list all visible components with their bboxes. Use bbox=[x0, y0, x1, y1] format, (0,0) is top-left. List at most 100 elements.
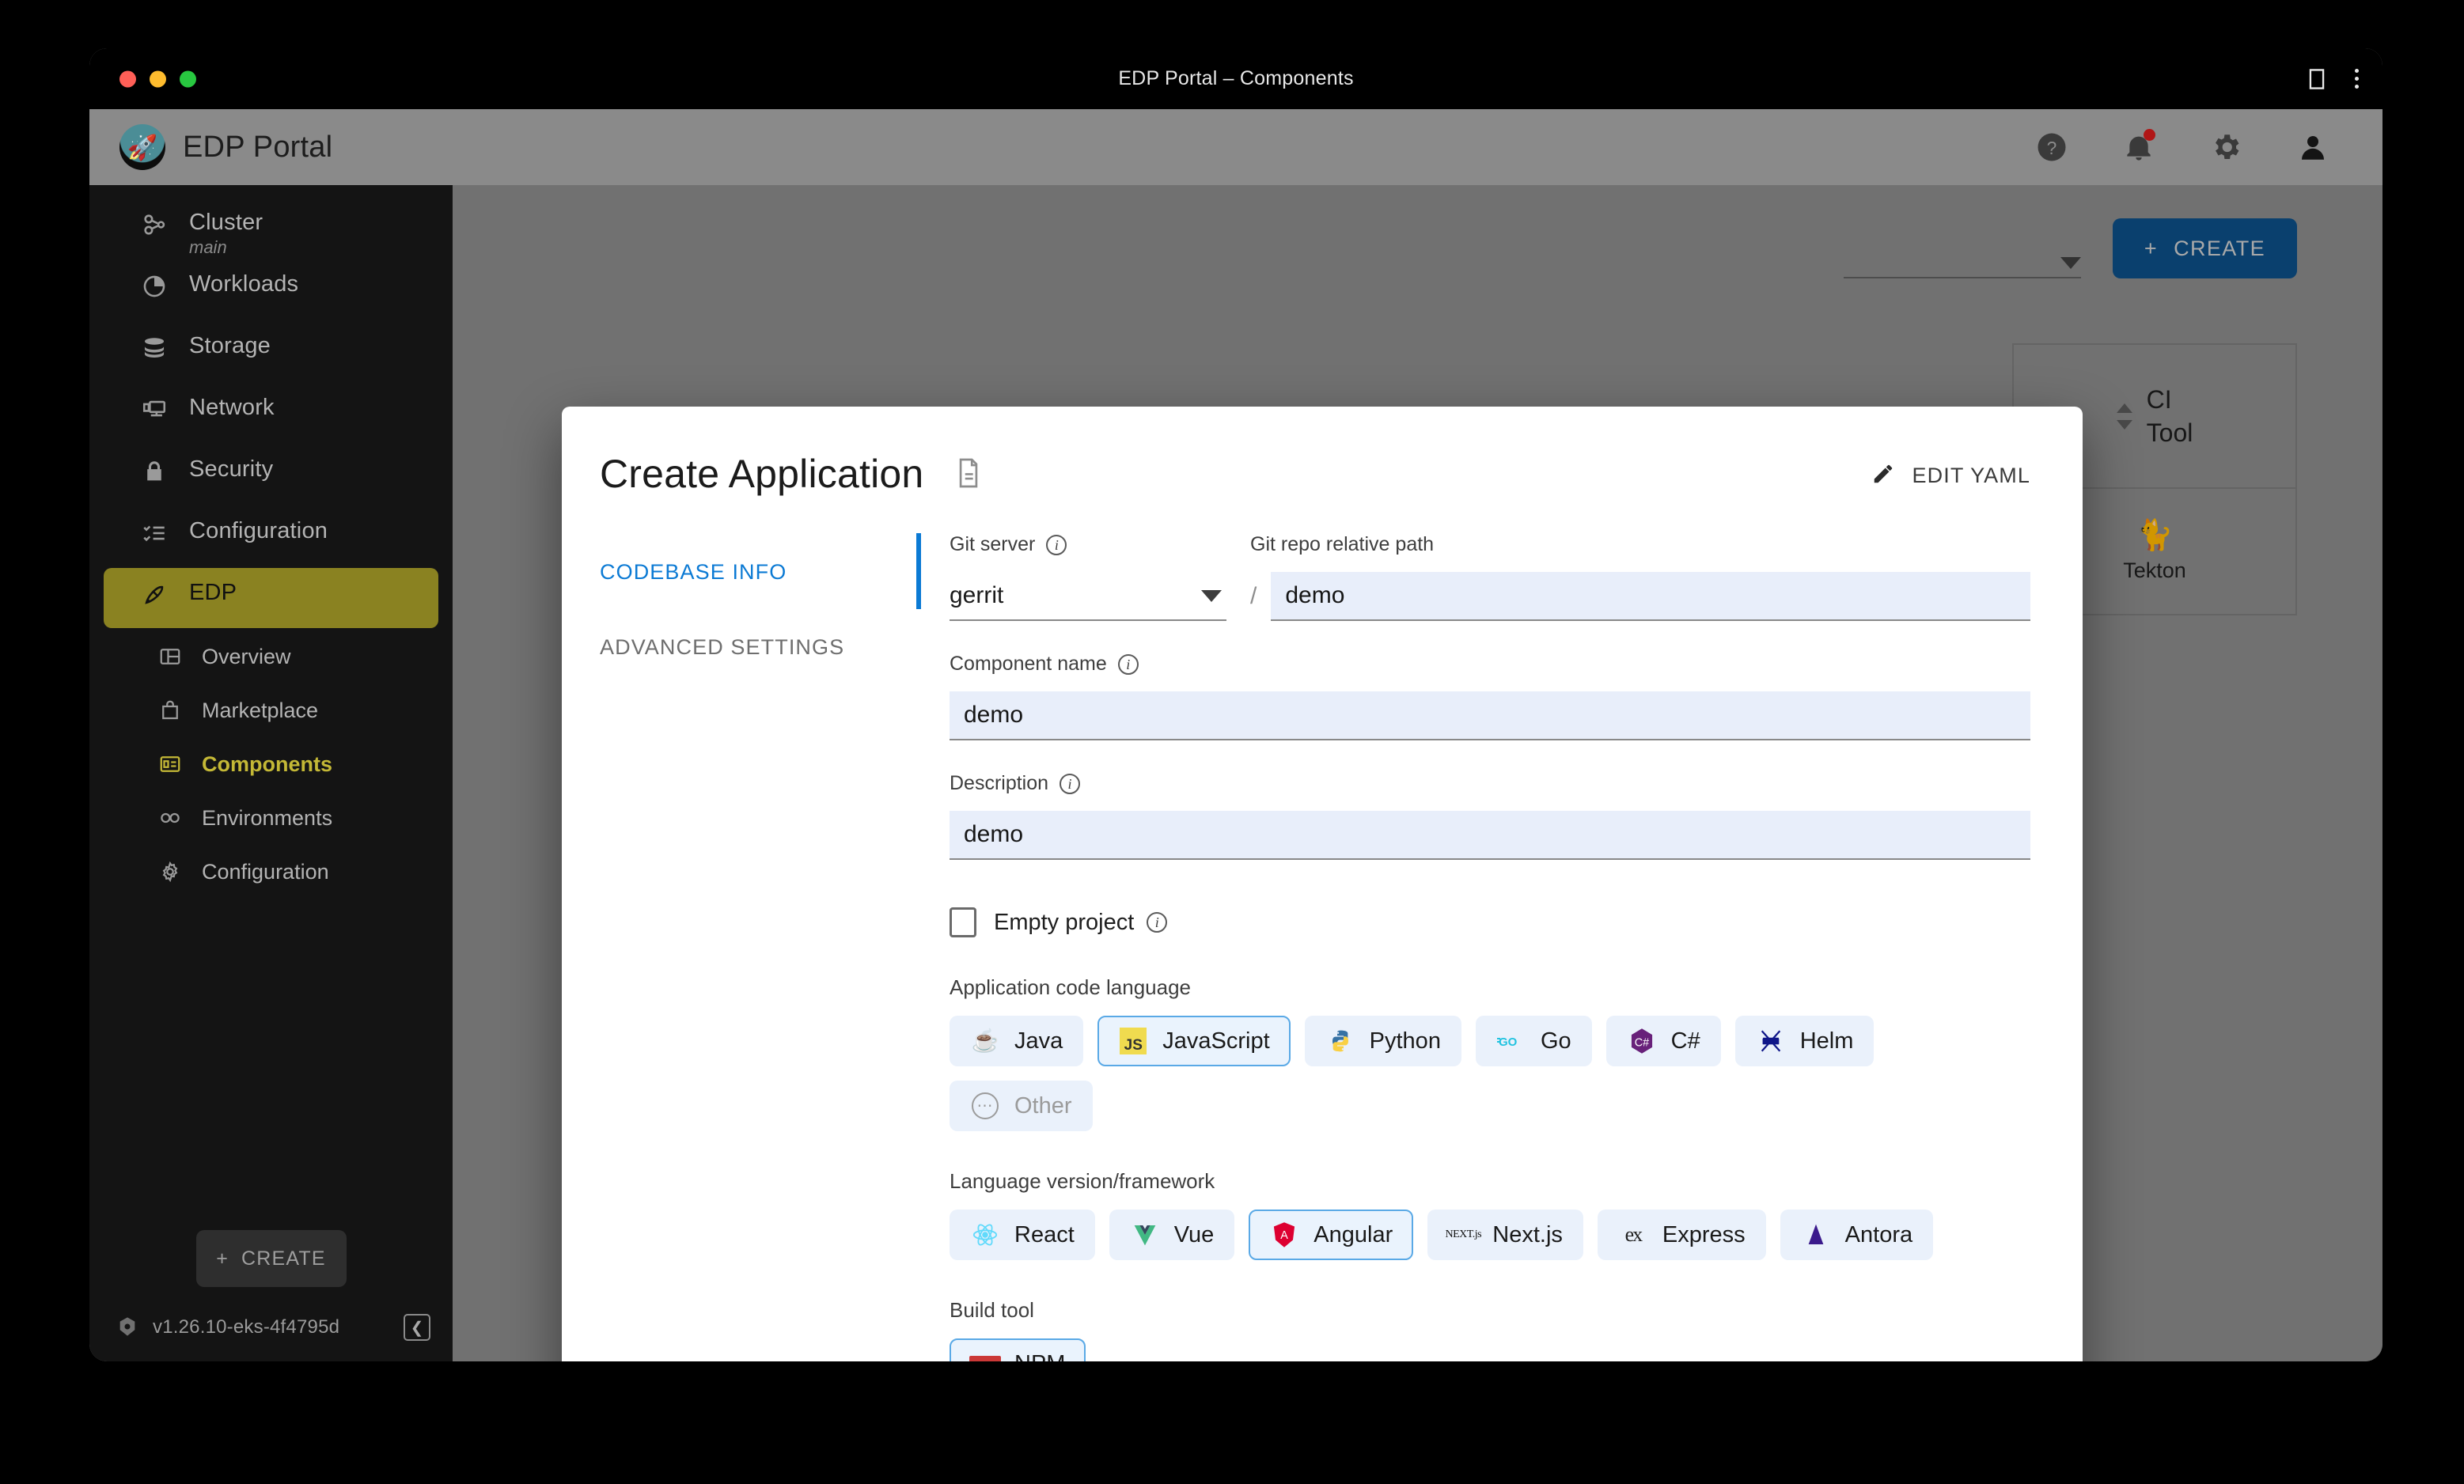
application-code-language-label: Application code language bbox=[950, 975, 1192, 999]
chip-label: Go bbox=[1540, 1028, 1571, 1054]
chevron-down-icon bbox=[1201, 589, 1222, 602]
components-icon bbox=[157, 751, 183, 777]
sidebar-create-label: CREATE bbox=[241, 1247, 326, 1270]
sidebar-item-label: Security bbox=[189, 456, 274, 482]
notifications-icon[interactable] bbox=[2121, 129, 2156, 165]
chip-label: Java bbox=[1014, 1028, 1063, 1054]
chip-label: Other bbox=[1014, 1092, 1072, 1119]
edit-yaml-button[interactable]: EDIT YAML bbox=[1871, 462, 2030, 490]
titlebar-actions bbox=[2306, 67, 2359, 91]
maximize-window-button[interactable] bbox=[180, 70, 196, 87]
language-option-go[interactable]: GO Go bbox=[1475, 1016, 1592, 1066]
plus-icon: + bbox=[216, 1247, 229, 1270]
framework-option-nextjs[interactable]: NEXT.js Next.js bbox=[1427, 1210, 1583, 1260]
sidebar-item-components[interactable]: Components bbox=[89, 737, 453, 791]
brand[interactable]: 🚀 EDP Portal bbox=[119, 124, 332, 170]
framework-option-angular[interactable]: A Angular bbox=[1249, 1210, 1414, 1260]
window-titlebar: EDP Portal – Components bbox=[89, 48, 2382, 109]
rocket-icon: 🚀 bbox=[119, 124, 165, 170]
sidebar-item-network[interactable]: Network bbox=[104, 383, 438, 443]
desktop-background: EDP Portal – Components 🚀 EDP Portal ? C… bbox=[0, 0, 2464, 1484]
browser-menu-icon[interactable] bbox=[2355, 69, 2359, 89]
help-icon[interactable]: ? bbox=[2034, 130, 2069, 165]
network-icon bbox=[140, 396, 169, 424]
helm-icon: HELM bbox=[1756, 1026, 1786, 1056]
empty-project-row[interactable]: Empty project i bbox=[950, 907, 2030, 937]
info-icon[interactable]: i bbox=[1117, 653, 1139, 675]
framework-options: React Vue A Angular NEXT.js Next.js ex E… bbox=[950, 1210, 2030, 1260]
sidebar-create-button[interactable]: + CREATE bbox=[195, 1230, 347, 1287]
info-icon[interactable]: i bbox=[1147, 912, 1168, 933]
sidebar-item-edp[interactable]: EDP bbox=[104, 568, 438, 628]
chip-label: NPM bbox=[1014, 1351, 1065, 1362]
vue-icon bbox=[1130, 1220, 1160, 1250]
sidebar-item-environments[interactable]: Environments bbox=[89, 791, 453, 845]
sidebar-item-overview[interactable]: Overview bbox=[89, 630, 453, 683]
info-icon[interactable]: i bbox=[1046, 534, 1067, 555]
kubernetes-icon bbox=[116, 1316, 140, 1339]
field-label-text: Git repo relative path bbox=[1250, 533, 1435, 555]
svg-text:HELM: HELM bbox=[1763, 1039, 1779, 1045]
framework-option-react[interactable]: React bbox=[950, 1210, 1095, 1260]
path-prefix-slash: / bbox=[1250, 583, 1257, 609]
language-option-csharp[interactable]: C# C# bbox=[1605, 1016, 1721, 1066]
chip-label: JavaScript bbox=[1162, 1028, 1270, 1054]
header-actions: ? bbox=[2034, 129, 2330, 165]
marketplace-bag-icon bbox=[157, 698, 183, 723]
sidebar-subitem-label: Marketplace bbox=[202, 698, 319, 722]
empty-project-checkbox[interactable] bbox=[950, 907, 976, 937]
sidebar-nav: Cluster main Workloads Storage Network S… bbox=[89, 185, 453, 899]
sidebar-item-security[interactable]: Security bbox=[104, 445, 438, 505]
chip-label: Vue bbox=[1173, 1221, 1215, 1247]
tab-advanced-settings[interactable]: ADVANCED SETTINGS bbox=[600, 624, 916, 671]
git-server-select[interactable]: gerrit bbox=[950, 572, 1226, 621]
git-repo-path-input[interactable]: demo bbox=[1271, 572, 2030, 621]
sidebar-item-workloads[interactable]: Workloads bbox=[104, 259, 438, 320]
sidebar-item-configuration[interactable]: Configuration bbox=[104, 506, 438, 566]
empty-project-label-text: Empty project bbox=[994, 909, 1135, 935]
close-window-button[interactable] bbox=[119, 70, 136, 87]
window-controls[interactable] bbox=[119, 70, 196, 87]
sidebar-item-cluster[interactable]: Cluster main bbox=[104, 198, 438, 258]
browser-window: EDP Portal – Components 🚀 EDP Portal ? C… bbox=[89, 48, 2382, 1361]
build-tool-option-npm[interactable]: npm NPM bbox=[950, 1338, 1086, 1361]
language-option-helm[interactable]: HELM Helm bbox=[1734, 1016, 1875, 1066]
nextjs-icon: NEXT.js bbox=[1445, 1228, 1482, 1240]
minimize-window-button[interactable] bbox=[150, 70, 166, 87]
framework-option-express[interactable]: ex Express bbox=[1597, 1210, 1766, 1260]
sidebar-item-label: Cluster bbox=[189, 210, 263, 235]
settings-gear-icon[interactable] bbox=[2208, 130, 2243, 165]
configuration-icon bbox=[140, 519, 169, 547]
language-option-java[interactable]: ☕ Java bbox=[950, 1016, 1084, 1066]
dialog-body: CODEBASE INFO ADVANCED SETTINGS Git serv… bbox=[562, 497, 2083, 1361]
other-icon: ⋯ bbox=[970, 1091, 1000, 1121]
language-option-javascript[interactable]: JS JavaScript bbox=[1097, 1016, 1291, 1066]
sidebar-item-edp-configuration[interactable]: Configuration bbox=[89, 845, 453, 899]
tab-codebase-info[interactable]: CODEBASE INFO bbox=[600, 549, 916, 596]
framework-option-vue[interactable]: Vue bbox=[1109, 1210, 1235, 1260]
sidebar-item-label: Configuration bbox=[189, 518, 328, 543]
git-server-field: Git server i gerrit bbox=[950, 533, 1226, 621]
document-icon[interactable] bbox=[955, 457, 982, 493]
build-tool-label: Build tool bbox=[950, 1298, 1034, 1322]
framework-option-antora[interactable]: Antora bbox=[1780, 1210, 1934, 1260]
edit-yaml-label: EDIT YAML bbox=[1912, 464, 2030, 487]
git-repo-path-field: Git repo relative path / demo bbox=[1250, 533, 2030, 621]
language-option-python[interactable]: Python bbox=[1304, 1016, 1461, 1066]
workloads-icon bbox=[140, 272, 169, 301]
dialog-form: Git server i gerrit Git repo relative pa… bbox=[916, 533, 2083, 1361]
component-name-input[interactable]: demo bbox=[950, 691, 2030, 740]
application-code-language-group: Application code language ☕ Java JS Java… bbox=[950, 975, 2030, 1131]
user-account-icon[interactable] bbox=[2295, 130, 2330, 165]
info-icon[interactable]: i bbox=[1060, 773, 1081, 794]
description-input[interactable]: demo bbox=[950, 811, 2030, 860]
extensions-icon[interactable] bbox=[2306, 67, 2328, 91]
dialog-header: Create Application EDIT YAML bbox=[562, 407, 2083, 497]
sidebar-item-marketplace[interactable]: Marketplace bbox=[89, 683, 453, 737]
cluster-version-label: v1.26.10-eks-4f4795d bbox=[153, 1316, 340, 1338]
git-server-value: gerrit bbox=[950, 582, 1004, 608]
language-option-other[interactable]: ⋯ Other bbox=[950, 1081, 1093, 1131]
empty-project-label: Empty project i bbox=[994, 909, 1168, 936]
sidebar-item-storage[interactable]: Storage bbox=[104, 321, 438, 381]
collapse-left-icon[interactable]: ❮ bbox=[404, 1314, 430, 1341]
